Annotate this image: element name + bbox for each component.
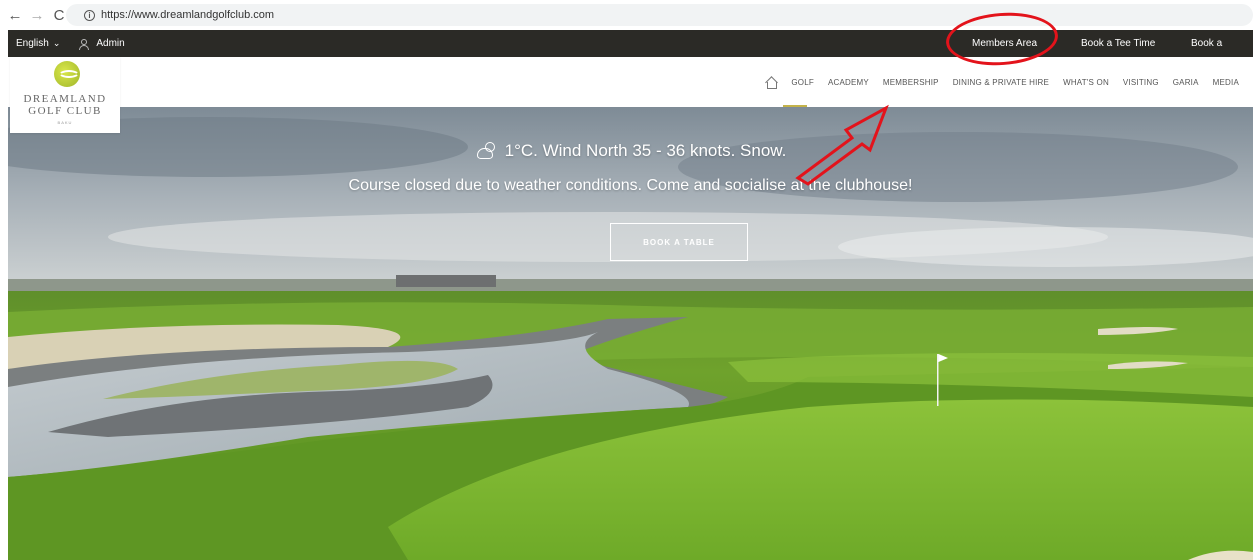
user-icon [78, 38, 90, 50]
language-selector[interactable]: English ⌄ [16, 38, 60, 49]
cloud-sun-icon [475, 141, 497, 161]
admin-label: Admin [96, 38, 125, 49]
nav-membership[interactable]: MEMBERSHIP [883, 78, 939, 87]
language-label: English [16, 38, 49, 49]
utility-bar: English ⌄ Admin Members Area Book a Tee … [8, 30, 1253, 76]
course-notice: Course closed due to weather conditions.… [348, 177, 913, 194]
book-tee-time-link[interactable]: Book a Tee Time [1081, 30, 1155, 57]
nav-garia[interactable]: GARIA [1173, 78, 1199, 87]
golf-course-illustration [8, 107, 1253, 560]
hero-banner: 1°C. Wind North 35 - 36 knots. Snow. Cou… [8, 107, 1253, 560]
address-bar[interactable]: i https://www.dreamlandgolfclub.com [66, 4, 1253, 26]
nav-media[interactable]: MEDIA [1213, 78, 1239, 87]
weather-status: 1°C. Wind North 35 - 36 knots. Snow. [8, 141, 1253, 161]
logo-line-1: DREAMLAND [23, 93, 107, 105]
site-header: DREAMLAND GOLF CLUB BAKU GOLF ACADEMY ME… [8, 57, 1253, 133]
nav-visiting[interactable]: VISITING [1123, 78, 1159, 87]
annotation-arrow-icon [795, 104, 889, 186]
home-icon[interactable] [765, 77, 778, 89]
browser-toolbar: ← → C i https://www.dreamlandgolfclub.co… [0, 0, 1253, 30]
back-arrow-icon[interactable]: ← [6, 6, 24, 24]
book-table-button[interactable]: BOOK A TABLE [610, 223, 748, 261]
site-logo[interactable]: DREAMLAND GOLF CLUB BAKU [10, 57, 120, 133]
weather-text: 1°C. Wind North 35 - 36 knots. Snow. [504, 141, 787, 160]
url-text: https://www.dreamlandgolfclub.com [101, 9, 275, 21]
nav-academy[interactable]: ACADEMY [828, 78, 869, 87]
forward-arrow-icon[interactable]: → [28, 6, 46, 24]
logo-line-3: BAKU [57, 120, 73, 125]
admin-link[interactable]: Admin [78, 38, 125, 50]
nav-whats-on[interactable]: WHAT'S ON [1063, 78, 1109, 87]
chevron-down-icon: ⌄ [52, 38, 61, 48]
logo-line-2: GOLF CLUB [28, 105, 102, 117]
logo-emblem-icon [54, 61, 80, 87]
nav-dining[interactable]: DINING & PRIVATE HIRE [953, 78, 1049, 87]
book-lesson-link[interactable]: Book a Lesson [1191, 30, 1253, 76]
nav-golf[interactable]: GOLF [791, 78, 814, 87]
info-icon[interactable]: i [84, 9, 95, 21]
